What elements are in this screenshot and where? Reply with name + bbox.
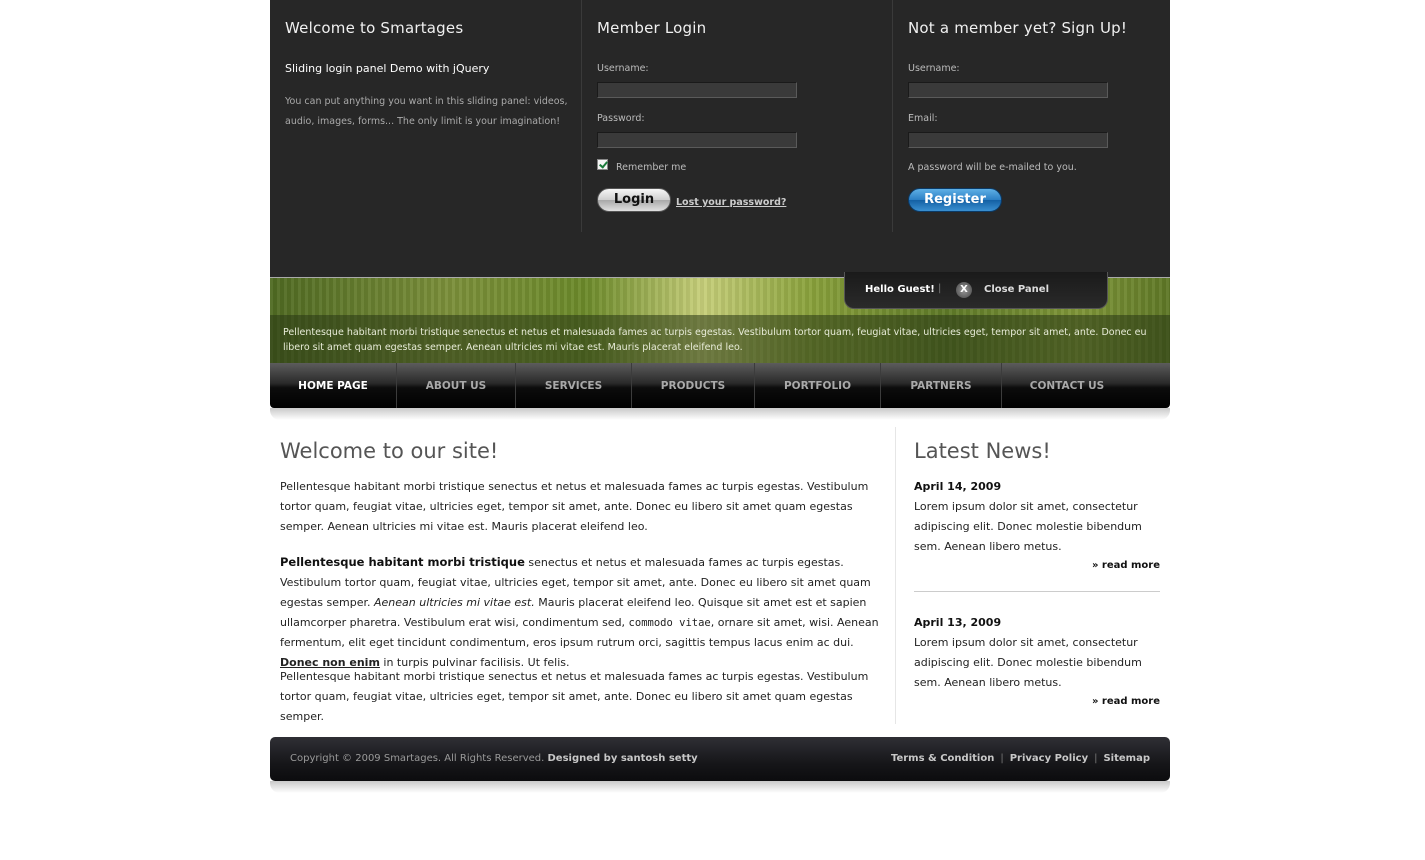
intro-paragraph: Pellentesque habitant morbi tristique se…	[280, 480, 869, 533]
content-divider	[895, 427, 896, 724]
copyright-label: Copyright © 2009 Smartages. All Rights R…	[290, 753, 548, 764]
footer-link-terms[interactable]: Terms & Condition	[891, 753, 994, 764]
signup-username-input[interactable]	[908, 82, 1108, 98]
signup-column: Not a member yet? Sign Up! Username: Ema…	[892, 0, 1171, 232]
lost-password-link[interactable]: Lost your password?	[676, 197, 786, 208]
footer-links: Terms & Condition | Privacy Policy | Sitemap	[891, 753, 1150, 764]
nav-shadow	[270, 408, 1170, 420]
footer-link-sitemap[interactable]: Sitemap	[1103, 753, 1150, 764]
rich-code: commodo vitae	[628, 617, 711, 629]
news-title: Latest News!	[914, 439, 1051, 463]
signup-username-label: Username:	[908, 63, 960, 74]
banner-text: Pellentesque habitant morbi tristique se…	[283, 327, 1147, 353]
welcome-title: Welcome to Smartages	[285, 19, 464, 37]
nav-portfolio[interactable]: PORTFOLIO	[755, 363, 881, 408]
footer: Copyright © 2009 Smartages. All Rights R…	[270, 737, 1170, 781]
welcome-subtitle: Sliding login panel Demo with jQuery	[285, 62, 490, 75]
news-divider	[914, 591, 1160, 592]
nav-partners[interactable]: PARTNERS	[881, 363, 1002, 408]
signup-title: Not a member yet? Sign Up!	[908, 19, 1128, 37]
rich-italic: Aenean ultricies mi vitae est.	[374, 596, 535, 609]
login-password-input[interactable]	[597, 132, 797, 148]
register-button[interactable]: Register	[908, 188, 1002, 212]
rich-bold: Pellentesque habitant morbi tristique	[280, 555, 525, 569]
copyright-text: Copyright © 2009 Smartages. All Rights R…	[290, 753, 698, 764]
nav-home-page[interactable]: HOME PAGE	[270, 363, 397, 408]
login-title: Member Login	[597, 19, 707, 37]
nav-products[interactable]: PRODUCTS	[632, 363, 755, 408]
news-text: Lorem ipsum dolor sit amet, consectetur …	[914, 636, 1142, 689]
footer-shadow	[270, 781, 1170, 793]
nav-about-us[interactable]: ABOUT US	[397, 363, 516, 408]
main-navigation: HOME PAGE ABOUT US SERVICES PRODUCTS POR…	[270, 363, 1170, 408]
login-username-label: Username:	[597, 63, 649, 74]
close-panel-link[interactable]: Close Panel	[984, 284, 1049, 295]
login-username-input[interactable]	[597, 82, 797, 98]
login-password-label: Password:	[597, 113, 645, 124]
welcome-text: You can put anything you want in this sl…	[285, 96, 568, 127]
nav-services[interactable]: SERVICES	[516, 363, 632, 408]
password-email-note: A password will be e-mailed to you.	[908, 162, 1077, 173]
signup-email-input[interactable]	[908, 132, 1108, 148]
read-more-link[interactable]: » read more	[1092, 560, 1160, 571]
remember-me-label: Remember me	[616, 162, 687, 173]
close-icon[interactable]: X	[956, 282, 972, 298]
footer-separator: |	[1094, 753, 1098, 764]
panel-toggle-tab: Hello Guest! | X Close Panel	[844, 272, 1108, 309]
remember-me-checkbox[interactable]	[597, 159, 608, 170]
designer-credit: Designed by santosh setty	[547, 753, 698, 764]
news-text: Lorem ipsum dolor sit amet, consectetur …	[914, 500, 1142, 553]
page-title: Welcome to our site!	[280, 439, 499, 463]
nav-contact-us[interactable]: CONTACT US	[1002, 363, 1132, 408]
footer-separator: |	[1000, 753, 1004, 764]
footer-link-privacy[interactable]: Privacy Policy	[1010, 753, 1088, 764]
news-date: April 13, 2009	[914, 616, 1002, 629]
rich-paragraph: Pellentesque habitant morbi tristique se…	[280, 552, 882, 673]
read-more-link[interactable]: » read more	[1092, 696, 1160, 707]
signup-email-label: Email:	[908, 113, 938, 124]
closing-paragraph: Pellentesque habitant morbi tristique se…	[280, 670, 869, 723]
news-date: April 14, 2009	[914, 480, 1002, 493]
hello-guest-label: Hello Guest!	[865, 284, 935, 295]
member-login-column: Member Login Username: Password: Remembe…	[581, 0, 893, 232]
sliding-panel: Welcome to Smartages Sliding login panel…	[270, 0, 1170, 277]
login-button[interactable]: Login	[597, 188, 671, 212]
welcome-column: Welcome to Smartages Sliding login panel…	[270, 0, 581, 232]
tab-separator: |	[938, 283, 942, 294]
